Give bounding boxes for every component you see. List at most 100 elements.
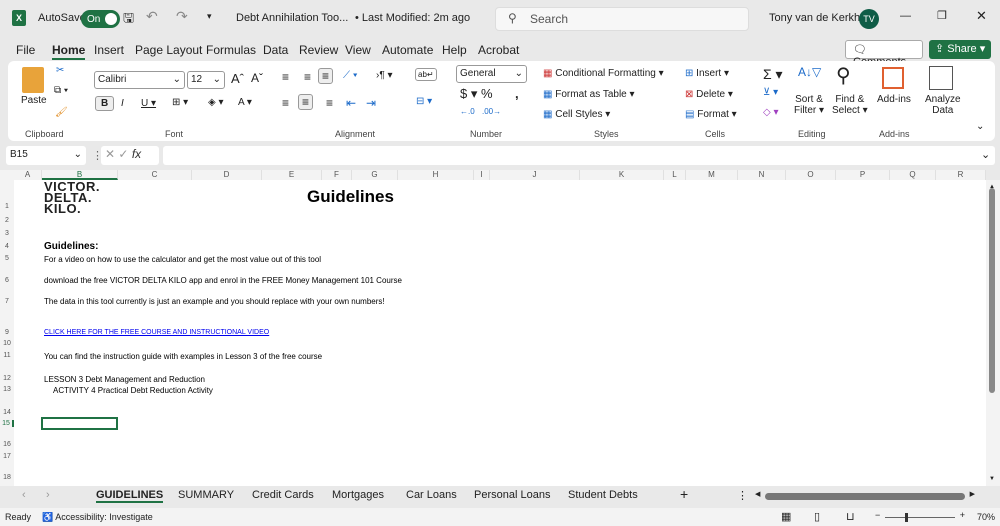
row-header-3[interactable]: 3 bbox=[0, 230, 14, 237]
tab-automate[interactable]: Automate bbox=[382, 43, 433, 57]
add-ins-icon[interactable] bbox=[882, 67, 904, 89]
row-header-9[interactable]: 9 bbox=[0, 329, 14, 336]
column-header-o[interactable]: O bbox=[786, 170, 836, 180]
find-select-button[interactable]: Find & Select ▾ bbox=[832, 94, 868, 116]
h-scroll-thumb[interactable] bbox=[765, 493, 965, 500]
column-header-q[interactable]: Q bbox=[890, 170, 936, 180]
column-header-a[interactable]: A bbox=[14, 170, 42, 180]
font-size-select[interactable]: 12 ⌄ bbox=[187, 71, 225, 89]
document-title[interactable]: Debt Annihilation Too... bbox=[236, 12, 348, 24]
tab-formulas[interactable]: Formulas bbox=[206, 43, 256, 57]
column-header-k[interactable]: K bbox=[580, 170, 664, 180]
selected-cell-b15[interactable] bbox=[41, 417, 118, 430]
underline-button[interactable]: U ▾ bbox=[141, 98, 156, 109]
format-cells-button[interactable]: ▤ Format ▾ bbox=[685, 109, 737, 120]
comma-style-icon[interactable]: , bbox=[515, 86, 519, 101]
format-as-table-button[interactable]: ▦ Format as Table ▾ bbox=[543, 89, 635, 100]
row-header-10[interactable]: 10 bbox=[0, 340, 14, 347]
sheet-tab-summary[interactable]: SUMMARY bbox=[178, 489, 234, 501]
column-header-h[interactable]: H bbox=[398, 170, 474, 180]
tab-insert[interactable]: Insert bbox=[94, 43, 124, 57]
italic-button[interactable]: I bbox=[121, 98, 124, 109]
row-header-15[interactable]: 15 bbox=[0, 420, 14, 427]
paste-button[interactable]: Paste bbox=[21, 95, 47, 106]
insert-cells-button[interactable]: ⊞ Insert ▾ bbox=[685, 68, 729, 79]
cell-b7[interactable]: The data in this tool currently is just … bbox=[44, 297, 385, 306]
cell-b11[interactable]: You can find the instruction guide with … bbox=[44, 352, 322, 361]
undo-icon[interactable]: ↶ bbox=[146, 8, 158, 25]
currency-icon[interactable]: $ ▾ % bbox=[460, 86, 493, 102]
column-header-i[interactable]: I bbox=[474, 170, 490, 180]
worksheet-grid[interactable]: VICTOR. DELTA. KILO. Guidelines Guidelines… bbox=[0, 170, 986, 486]
horizontal-scrollbar[interactable]: ◀ ▶ bbox=[755, 491, 975, 501]
clear-icon[interactable]: ◇ ▾ bbox=[763, 107, 779, 118]
format-painter-icon[interactable]: 🖌 bbox=[55, 107, 68, 118]
cell-styles-button[interactable]: ▦ Cell Styles ▾ bbox=[543, 109, 610, 120]
sort-filter-icon[interactable]: A↓▽ bbox=[798, 65, 821, 79]
sheet-tab-credit-cards[interactable]: Credit Cards bbox=[252, 489, 314, 501]
name-box[interactable]: B15 ⌄ bbox=[6, 146, 86, 165]
align-middle-icon[interactable]: ≡ bbox=[304, 70, 311, 84]
autosum-icon[interactable]: Σ ▾ bbox=[763, 66, 783, 83]
column-header-l[interactable]: L bbox=[664, 170, 686, 180]
sheet-tab-guidelines[interactable]: GUIDELINES bbox=[96, 489, 164, 503]
save-icon[interactable]: 🖫 bbox=[123, 9, 134, 31]
next-sheet-icon[interactable]: › bbox=[46, 489, 50, 501]
comments-button[interactable]: 🗨 Comments bbox=[845, 40, 923, 68]
fill-color-icon[interactable]: ◈ ▾ bbox=[208, 97, 224, 108]
tab-page-layout[interactable]: Page Layout bbox=[135, 43, 202, 57]
row-header-2[interactable]: 2 bbox=[0, 217, 14, 224]
cell-b12[interactable]: LESSON 3 Debt Management and Reduction bbox=[44, 375, 205, 384]
collapse-ribbon-icon[interactable]: ⌄ bbox=[976, 121, 984, 132]
column-header-j[interactable]: J bbox=[490, 170, 580, 180]
analyze-data-icon[interactable] bbox=[929, 66, 953, 90]
column-header-r[interactable]: R bbox=[936, 170, 986, 180]
avatar[interactable]: TV bbox=[859, 9, 879, 29]
heading-cell[interactable]: Guidelines: bbox=[44, 241, 98, 252]
zoom-slider[interactable]: − + bbox=[875, 510, 965, 522]
row-header-5[interactable]: 5 bbox=[0, 255, 14, 262]
close-icon[interactable]: ✕ bbox=[976, 8, 987, 24]
autosave-toggle[interactable]: On bbox=[81, 10, 121, 28]
page-layout-view-icon[interactable]: ▯ bbox=[814, 510, 820, 523]
column-header-p[interactable]: P bbox=[836, 170, 890, 180]
column-header-b[interactable]: B bbox=[42, 170, 118, 180]
text-direction-icon[interactable]: ›¶ ▾ bbox=[376, 70, 393, 81]
cell-b13[interactable]: ACTIVITY 4 Practical Debt Reduction Acti… bbox=[53, 386, 213, 395]
expand-formula-icon[interactable]: ⌄ bbox=[981, 148, 990, 161]
row-header-4[interactable]: 4 bbox=[0, 243, 14, 250]
column-header-d[interactable]: D bbox=[192, 170, 262, 180]
font-name-select[interactable]: Calibri ⌄ bbox=[94, 71, 185, 89]
add-ins-button[interactable]: Add-ins bbox=[877, 94, 911, 105]
tab-help[interactable]: Help bbox=[442, 43, 467, 57]
cell-b6[interactable]: download the free VICTOR DELTA KILO app … bbox=[44, 276, 402, 285]
delete-cells-button[interactable]: ⊠ Delete ▾ bbox=[685, 89, 733, 100]
orientation-icon[interactable]: ⟋ ▾ bbox=[343, 70, 358, 81]
last-modified[interactable]: • Last Modified: 2m ago bbox=[355, 12, 470, 24]
fill-icon[interactable]: ⊻ ▾ bbox=[763, 87, 778, 98]
borders-icon[interactable]: ⊞ ▾ bbox=[172, 97, 188, 108]
row-header-16[interactable]: 16 bbox=[0, 441, 14, 448]
cut-icon[interactable]: ✂ bbox=[56, 65, 64, 76]
cancel-icon[interactable]: ✕ bbox=[105, 147, 115, 161]
sort-filter-button[interactable]: Sort & Filter ▾ bbox=[794, 94, 824, 116]
number-format-select[interactable]: General ⌄ bbox=[456, 65, 527, 83]
conditional-formatting-button[interactable]: ▦ Conditional Formatting ▾ bbox=[543, 68, 664, 79]
cell-b5[interactable]: For a video on how to use the calculator… bbox=[44, 255, 321, 264]
align-left-icon[interactable]: ≡ bbox=[282, 96, 289, 110]
align-top-icon[interactable]: ≡ bbox=[282, 70, 289, 84]
sheet-tab-student-debts[interactable]: Student Debts bbox=[568, 489, 638, 501]
tab-data[interactable]: Data bbox=[263, 43, 288, 57]
sheet-tab-car-loans[interactable]: Car Loans bbox=[406, 489, 457, 501]
search-input[interactable]: ⚲ Search bbox=[495, 7, 749, 31]
tab-options-icon[interactable]: ⋮ bbox=[737, 489, 748, 502]
zoom-level[interactable]: 70% bbox=[977, 512, 995, 522]
merge-center-icon[interactable]: ⊟ ▾ bbox=[416, 96, 432, 107]
column-header-c[interactable]: C bbox=[118, 170, 192, 180]
scroll-thumb[interactable] bbox=[989, 188, 995, 393]
decrease-font-icon[interactable]: Aˇ bbox=[251, 71, 263, 85]
formula-input[interactable] bbox=[163, 146, 995, 165]
tab-review[interactable]: Review bbox=[299, 43, 338, 57]
wrap-text-icon[interactable]: ab↵ bbox=[415, 68, 437, 81]
prev-sheet-icon[interactable]: ‹ bbox=[22, 489, 26, 501]
